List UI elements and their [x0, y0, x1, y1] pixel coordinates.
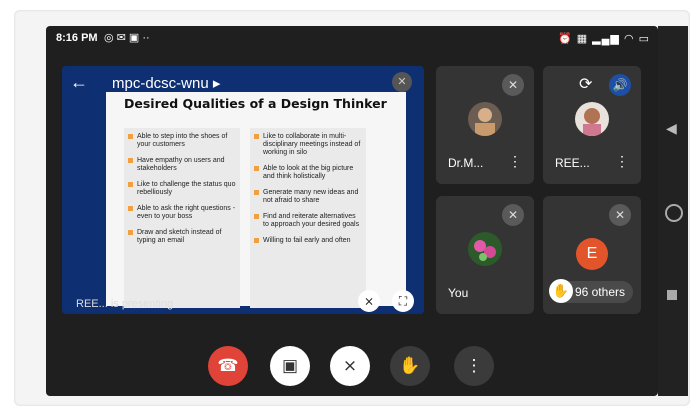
- participant-name: You: [448, 286, 469, 300]
- mic-off-icon: ✕: [502, 74, 524, 96]
- system-icons: ⏰ ▦ ▂▄▆ ◠ ▭: [557, 33, 650, 45]
- presentation-view[interactable]: ← mpc-dcsc-wnu ▸ ✕ Desired Qualities of …: [62, 66, 424, 314]
- phone-screen: 8:16 PM ◎ ✉ ▣ ·· ⏰ ▦ ▂▄▆ ◠ ▭ ← mpc-dcsc-…: [46, 26, 658, 396]
- participant-name: REE...: [555, 156, 590, 170]
- slide-bullet: Able to step into the shoes of your cust…: [128, 133, 236, 149]
- presenting-label: REE... is presenting: [76, 298, 174, 310]
- slide-bullet: Find and reiterate alternatives to appro…: [254, 213, 362, 229]
- mic-off-icon: ✕: [392, 72, 412, 92]
- back-icon[interactable]: ◀: [666, 120, 677, 137]
- slide-bullet: Willing to fail early and often: [254, 237, 362, 245]
- end-call-button[interactable]: ☎: [208, 346, 248, 386]
- home-icon[interactable]: [665, 204, 683, 222]
- avatar: [575, 102, 609, 136]
- more-options-icon[interactable]: ⋮: [508, 153, 522, 170]
- fullscreen-icon[interactable]: ⛶: [392, 290, 414, 312]
- slide-bullet: Draw and sketch instead of typing an ema…: [128, 229, 236, 245]
- notification-icons: ◎ ✉ ▣ ··: [104, 32, 150, 44]
- system-navigation-bar: ◀: [658, 26, 688, 396]
- participant-tile-drm[interactable]: ✕ Dr.M... ⋮: [436, 66, 534, 184]
- slide-bullet: Like to collaborate in multi-disciplinar…: [254, 133, 362, 157]
- camera-off-button[interactable]: ▣: [270, 346, 310, 386]
- avatar: [468, 232, 502, 266]
- slide-bullet: Like to challenge the status quo rebelli…: [128, 181, 236, 197]
- speaker-icon[interactable]: 🔊: [609, 74, 631, 96]
- call-controls: ☎ ▣ ⨯ ✋ ⋮: [46, 346, 658, 406]
- presenter-mic-off-icon[interactable]: ⨯: [358, 290, 380, 312]
- slide-bullet: Have empathy on users and stakeholders: [128, 157, 236, 173]
- recents-icon[interactable]: [667, 290, 677, 300]
- mic-off-icon: ✕: [609, 204, 631, 226]
- more-options-button[interactable]: ⋮: [454, 346, 494, 386]
- mic-off-button[interactable]: ⨯: [330, 346, 370, 386]
- slide-bullet: Able to ask the right questions - even t…: [128, 205, 236, 221]
- participant-tile-ree[interactable]: ⟳ 🔊 REE... ⋮: [543, 66, 641, 184]
- switch-camera-icon[interactable]: ⟳: [579, 74, 592, 94]
- slide-bullet: Generate many new ideas and not afraid t…: [254, 189, 362, 205]
- raise-hand-button[interactable]: ✋: [390, 346, 430, 386]
- slide-right-column: Like to collaborate in multi-disciplinar…: [250, 128, 366, 308]
- avatar: [468, 102, 502, 136]
- mic-off-icon: ✕: [502, 204, 524, 226]
- slide-title: Desired Qualities of a Design Thinker: [124, 96, 387, 111]
- participant-tile-you[interactable]: ✕ You: [436, 196, 534, 314]
- more-options-icon[interactable]: ⋮: [615, 153, 629, 170]
- avatar-e: E: [576, 238, 608, 270]
- meeting-code[interactable]: mpc-dcsc-wnu ▸: [112, 74, 220, 92]
- slide-bullet: Able to look at the big picture and thin…: [254, 165, 362, 181]
- slide-left-column: Able to step into the shoes of your cust…: [124, 128, 240, 308]
- status-time: 8:16 PM: [56, 32, 98, 44]
- others-count[interactable]: ✋ 96 others: [549, 279, 633, 303]
- raise-hand-icon: ✋: [549, 279, 573, 303]
- back-arrow-icon[interactable]: ←: [70, 72, 88, 93]
- participant-name: Dr.M...: [448, 156, 484, 170]
- participant-tile-others[interactable]: ✕ E ✋ 96 others: [543, 196, 641, 314]
- status-bar: 8:16 PM ◎ ✉ ▣ ·· ⏰ ▦ ▂▄▆ ◠ ▭: [46, 26, 658, 52]
